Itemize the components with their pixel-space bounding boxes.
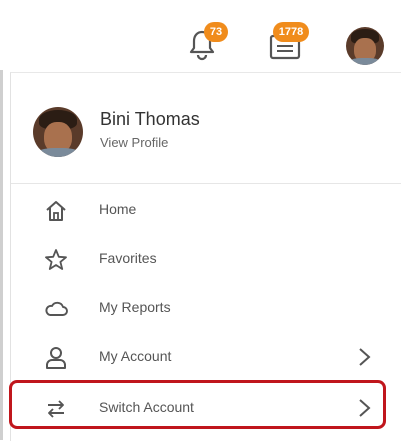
menu-item-my-account[interactable]: My Account: [11, 333, 401, 382]
menu-item-my-reports[interactable]: My Reports: [11, 284, 401, 333]
notifications-badge: 73: [204, 22, 228, 42]
profile-name: Bini Thomas: [100, 109, 200, 129]
menu-item-label: Favorites: [99, 250, 157, 266]
menu-item-label: Switch Account: [99, 399, 194, 415]
profile-avatar: [33, 107, 83, 157]
switch-arrows-icon: [43, 396, 69, 422]
person-icon: [43, 345, 69, 371]
menu-item-label: My Account: [99, 348, 172, 364]
chevron-right-icon: [353, 397, 375, 419]
top-bar: 73 1778: [0, 0, 401, 70]
home-icon: [43, 198, 69, 224]
star-icon: [43, 247, 69, 273]
menu-item-label: My Reports: [99, 299, 171, 315]
avatar[interactable]: [346, 27, 384, 65]
view-profile-link[interactable]: View Profile: [100, 135, 168, 150]
account-dropdown-menu: Bini Thomas View Profile Home Favorites …: [9, 72, 401, 441]
profile-section[interactable]: Bini Thomas View Profile: [11, 73, 401, 184]
menu-item-switch-account[interactable]: Switch Account: [9, 380, 401, 433]
cloud-icon: [43, 296, 69, 322]
menu-item-home[interactable]: Home: [11, 186, 401, 235]
chevron-right-icon: [353, 346, 375, 368]
menu-item-favorites[interactable]: Favorites: [11, 235, 401, 284]
menu-item-label: Home: [99, 201, 137, 217]
inbox-badge: 1778: [273, 22, 309, 42]
